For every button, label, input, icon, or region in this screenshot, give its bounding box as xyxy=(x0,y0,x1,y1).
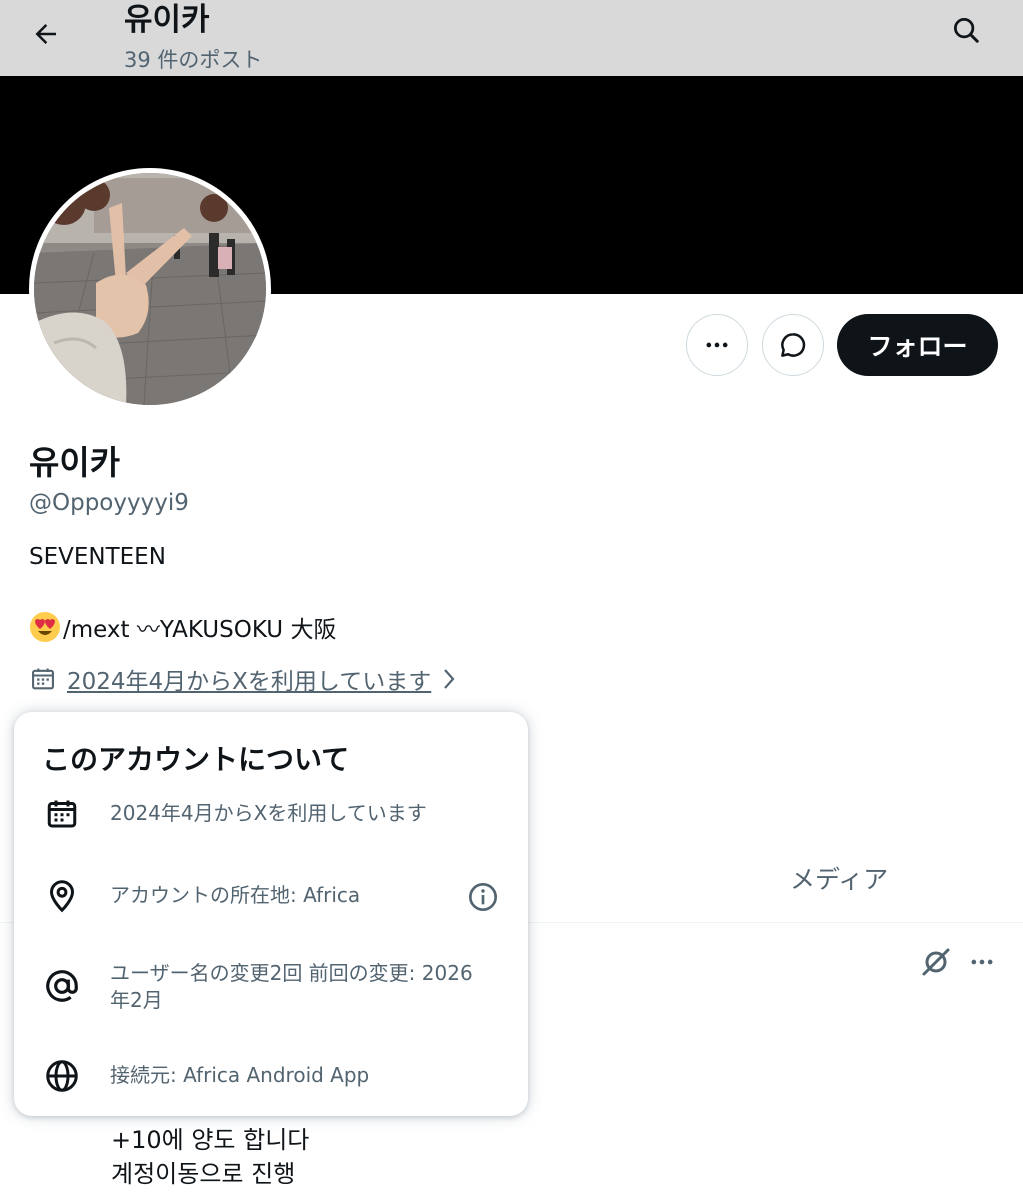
avatar[interactable] xyxy=(29,168,271,410)
user-handle: @Oppoyyyyi9 xyxy=(29,490,189,516)
chevron-right-icon xyxy=(444,669,455,689)
location-pin-icon xyxy=(49,880,75,913)
tab-media[interactable]: メディア xyxy=(790,860,888,896)
popup-joined-text: 2024年4月からXを利用しています xyxy=(110,801,427,825)
about-account-popup: このアカウントについて 2024年4月からXを利用しています アカウントの所在地… xyxy=(14,712,528,1116)
bio-line-2-text: /mext 〰YAKUSOKU 大阪 xyxy=(63,617,337,643)
at-sign-icon xyxy=(46,970,78,1002)
follow-button[interactable]: フォロー xyxy=(837,314,998,376)
more-options-button[interactable] xyxy=(686,314,748,376)
popup-title: このアカウントについて xyxy=(42,743,350,776)
popup-username-text: ユーザー名の変更2回 前回の変更: 2026年2月 xyxy=(110,961,473,1012)
more-horizontal-icon xyxy=(706,342,728,348)
search-icon xyxy=(954,18,979,43)
calendar-icon xyxy=(32,668,54,690)
globe-icon xyxy=(46,1060,78,1092)
heart-eyes-emoji-icon xyxy=(30,612,60,642)
avatar-photo xyxy=(34,173,266,405)
popup-location-row: アカウントの所在地: Africa xyxy=(42,876,512,916)
grok-button[interactable] xyxy=(918,944,954,980)
header-title: 유이카 xyxy=(124,2,210,38)
bio-line-2: /mext 〰YAKUSOKU 大阪 xyxy=(29,610,336,644)
location-info-button[interactable] xyxy=(464,878,502,916)
joined-date-text[interactable]: 2024年4月からXを利用しています xyxy=(67,662,431,696)
more-horizontal-icon xyxy=(971,959,993,965)
back-button[interactable] xyxy=(24,12,68,56)
popup-joined-row: 2024年4月からXを利用しています xyxy=(42,794,512,834)
bio-line-1: SEVENTEEN xyxy=(29,544,166,570)
chat-bubble-icon xyxy=(781,333,806,357)
info-circle-icon xyxy=(469,883,497,911)
top-bar: 유이카 39 件のポスト xyxy=(0,0,1023,76)
post-text-line-1: +10에 양도 합니다 xyxy=(111,1126,310,1154)
popup-connected-text: 接続元: Africa Android App xyxy=(110,1063,370,1087)
message-button[interactable] xyxy=(762,314,824,376)
display-name: 유이카 xyxy=(29,443,121,482)
grok-icon xyxy=(922,948,950,976)
calendar-icon xyxy=(47,800,77,828)
post-count: 39 件のポスト xyxy=(124,48,263,72)
popup-connected-row: 接続元: Africa Android App xyxy=(42,1056,512,1096)
joined-date-link[interactable]: 2024年4月からXを利用しています xyxy=(29,662,459,696)
popup-username-row: ユーザー名の変更2回 前回の変更: 2026年2月 xyxy=(42,960,512,1014)
post-text-line-2: 계정이동으로 진행 xyxy=(111,1160,296,1188)
post-more-button[interactable] xyxy=(964,944,1000,980)
popup-location-text: アカウントの所在地: Africa xyxy=(110,883,361,907)
search-button[interactable] xyxy=(944,8,988,52)
arrow-left-icon xyxy=(35,24,56,44)
